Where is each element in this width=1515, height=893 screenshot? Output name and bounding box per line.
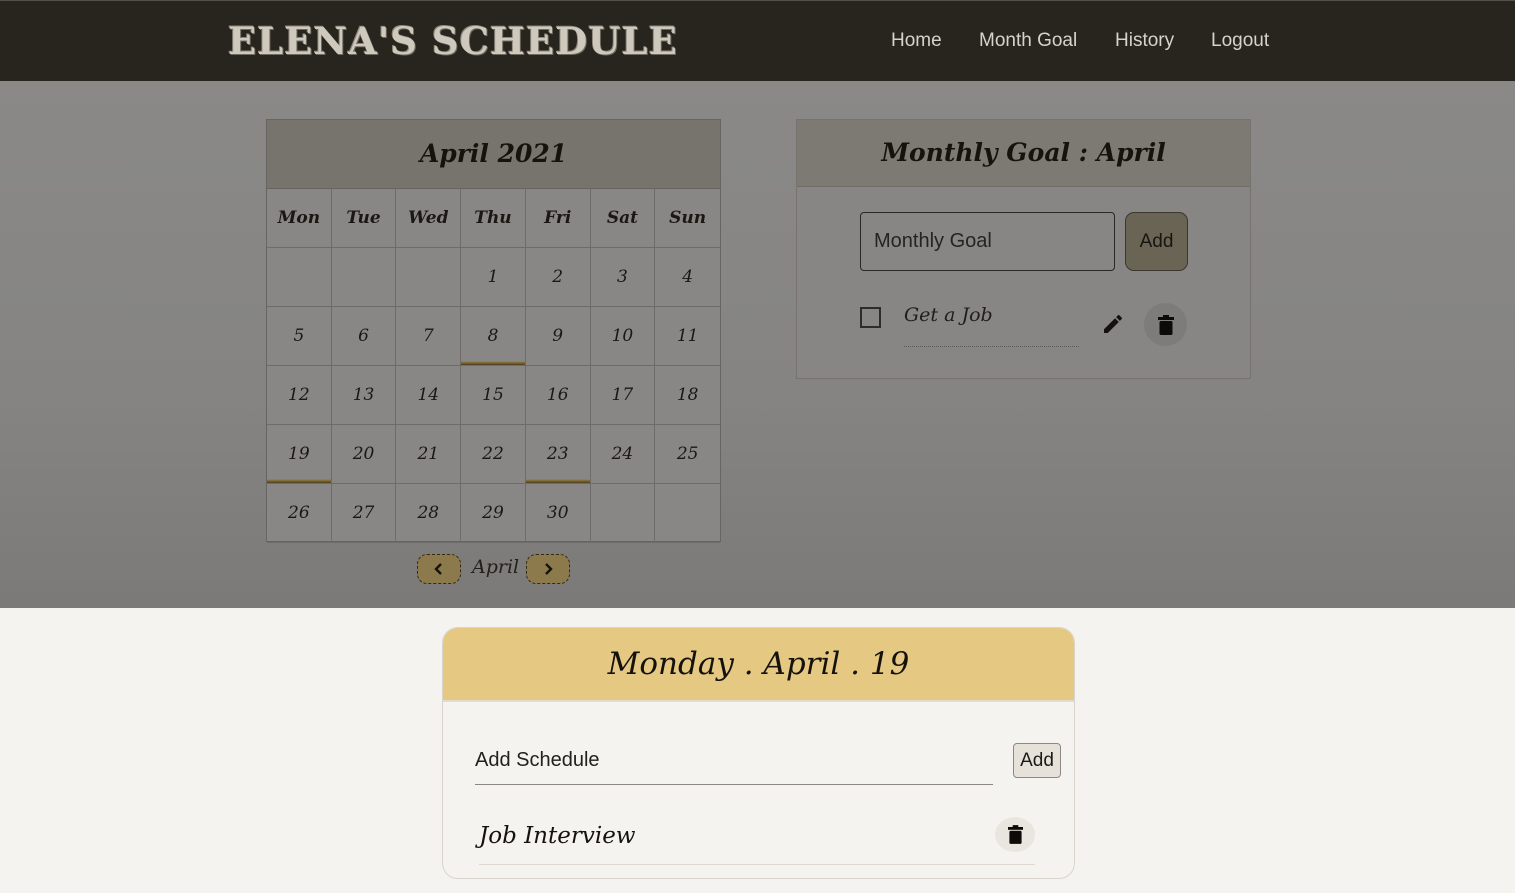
- calendar-day[interactable]: 25: [655, 425, 720, 484]
- weekday-sun: Sun: [655, 189, 720, 248]
- weekday-mon: Mon: [267, 189, 332, 248]
- pencil-icon[interactable]: [1101, 312, 1125, 336]
- schedule-card: Monday . April . 19 Add Job Interview: [442, 627, 1075, 879]
- calendar-day[interactable]: 13: [331, 366, 397, 425]
- calendar-day[interactable]: 20: [331, 425, 397, 484]
- calendar-day[interactable]: 29: [461, 484, 526, 543]
- add-schedule-input[interactable]: [475, 736, 993, 785]
- calendar-day[interactable]: 3: [590, 248, 656, 307]
- navbar: ELENA'S SCHEDULE Home Month Goal History…: [0, 0, 1515, 81]
- monthly-goal-panel: Monthly Goal : April Add Get a Job: [796, 119, 1251, 379]
- calendar-day[interactable]: 12: [267, 366, 332, 425]
- calendar-day[interactable]: 1: [461, 248, 526, 307]
- weekday-thu: Thu: [461, 189, 526, 248]
- chevron-left-icon: [434, 563, 442, 575]
- nav-link-logout[interactable]: Logout: [1211, 30, 1269, 52]
- calendar-day[interactable]: 16: [525, 366, 591, 425]
- calendar-day[interactable]: 14: [396, 366, 462, 425]
- calendar-empty-cell: [590, 484, 656, 543]
- goal-item-text: Get a Job: [904, 304, 1079, 347]
- calendar-day[interactable]: 24: [590, 425, 656, 484]
- calendar-empty-cell: [331, 248, 397, 307]
- current-month-label: April: [472, 556, 520, 578]
- calendar-day[interactable]: 7: [396, 307, 462, 366]
- trash-icon: [1007, 825, 1023, 844]
- calendar-grid: Mon Tue Wed Thu Fri Sat Sun 1 2 3 4 5 6 7 8 9 10 1…: [267, 189, 720, 543]
- calendar-empty-cell: [267, 248, 332, 307]
- weekday-sat: Sat: [590, 189, 656, 248]
- calendar-day[interactable]: 26: [267, 484, 332, 543]
- trash-icon: [1157, 314, 1174, 335]
- nav-link-month-goal[interactable]: Month Goal: [979, 30, 1077, 52]
- calendar: April 2021 Mon Tue Wed Thu Fri Sat Sun 1…: [266, 119, 721, 543]
- delete-goal-button[interactable]: [1144, 303, 1187, 346]
- calendar-day[interactable]: 23: [525, 425, 591, 484]
- calendar-day[interactable]: 10: [590, 307, 656, 366]
- add-schedule-button[interactable]: Add: [1013, 743, 1061, 778]
- calendar-day[interactable]: 30: [525, 484, 591, 543]
- prev-month-button[interactable]: [417, 554, 461, 584]
- nav-link-home[interactable]: Home: [891, 30, 942, 52]
- calendar-day[interactable]: 17: [590, 366, 656, 425]
- schedule-item: Job Interview: [479, 814, 1035, 865]
- month-navigation: April: [417, 554, 570, 584]
- calendar-day[interactable]: 21: [396, 425, 462, 484]
- calendar-day[interactable]: 4: [655, 248, 720, 307]
- calendar-empty-cell: [396, 248, 462, 307]
- add-goal-button[interactable]: Add: [1125, 212, 1188, 271]
- calendar-day[interactable]: 8: [461, 307, 526, 366]
- calendar-day[interactable]: 27: [331, 484, 397, 543]
- monthly-goal-title: Monthly Goal : April: [797, 120, 1250, 187]
- calendar-day[interactable]: 2: [525, 248, 591, 307]
- goal-checkbox[interactable]: [860, 307, 881, 328]
- nav-link-history[interactable]: History: [1115, 30, 1174, 52]
- brand-title[interactable]: ELENA'S SCHEDULE: [228, 19, 678, 63]
- calendar-day[interactable]: 22: [461, 425, 526, 484]
- calendar-empty-cell: [655, 484, 720, 543]
- hero-section: [0, 81, 1515, 608]
- weekday-tue: Tue: [331, 189, 397, 248]
- monthly-goal-input[interactable]: [860, 212, 1115, 271]
- calendar-title: April 2021: [267, 120, 720, 189]
- calendar-day[interactable]: 11: [655, 307, 720, 366]
- weekday-wed: Wed: [396, 189, 462, 248]
- calendar-day[interactable]: 5: [267, 307, 332, 366]
- calendar-day[interactable]: 9: [525, 307, 591, 366]
- chevron-right-icon: [545, 563, 553, 575]
- schedule-date-title: Monday . April . 19: [443, 628, 1074, 702]
- delete-schedule-button[interactable]: [995, 817, 1035, 852]
- calendar-day[interactable]: 6: [331, 307, 397, 366]
- calendar-day[interactable]: 19: [267, 425, 332, 484]
- calendar-day[interactable]: 15: [461, 366, 526, 425]
- next-month-button[interactable]: [526, 554, 570, 584]
- calendar-day[interactable]: 28: [396, 484, 462, 543]
- weekday-fri: Fri: [525, 189, 591, 248]
- calendar-day[interactable]: 18: [655, 366, 720, 425]
